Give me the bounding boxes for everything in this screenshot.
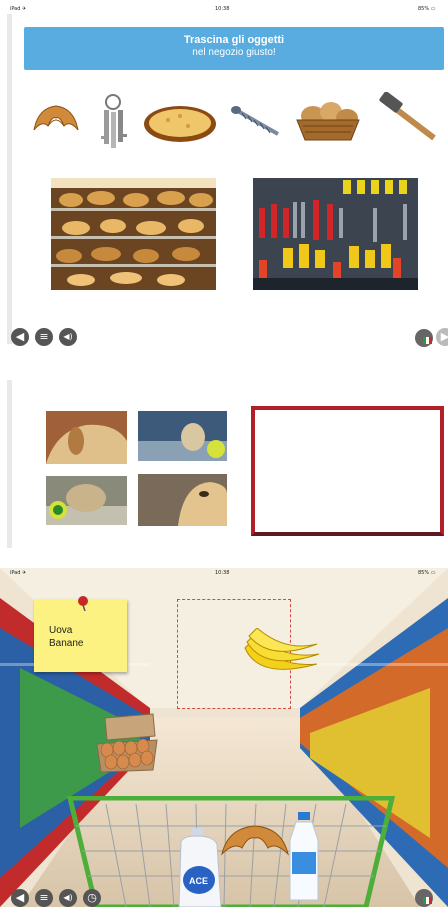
bread-basket-item[interactable] [293, 96, 363, 144]
instruction-banner: Trascina gli oggetti nel negozio giusto! [24, 27, 444, 70]
puppy-bottom-right-tile[interactable] [138, 474, 227, 526]
shops-game-screen: iPad ✈ 10:38 85% ▭ Trascina gli oggetti … [0, 0, 448, 352]
shopping-list-note: Uova Banane [34, 596, 127, 672]
scroll-bar-2[interactable] [7, 380, 12, 548]
menu-icon[interactable]: ≡ [35, 328, 53, 346]
puppy-image-1 [46, 411, 127, 464]
audio-icon[interactable]: ◀) [59, 328, 77, 346]
hammer-item[interactable] [378, 92, 438, 144]
croissant-cart-item[interactable] [218, 820, 292, 864]
puppy-image-2 [138, 474, 227, 526]
kitten-bottom-left-tile[interactable] [46, 476, 127, 525]
hardware-photo [253, 178, 418, 290]
supermarket-screen: iPad ✈ 10:38 85% ▭ Uova Banane ACE ◀ ≡ ◀… [0, 568, 448, 907]
puzzle-screen [0, 380, 448, 550]
svg-text:ACE: ACE [189, 876, 208, 886]
scroll-bar[interactable] [7, 14, 12, 344]
screw-item[interactable] [230, 102, 282, 140]
pizza-item[interactable] [142, 104, 218, 144]
status-carrier: iPad ✈ [10, 6, 27, 12]
status-time: 10:38 [215, 6, 230, 12]
puppy-top-left-tile[interactable] [46, 411, 127, 464]
back-icon[interactable]: ◀ [11, 328, 29, 346]
back-icon-3[interactable]: ◀ [11, 889, 29, 907]
eggs-carton-item[interactable] [95, 710, 159, 776]
banner-title: Trascina gli oggetti [183, 34, 285, 46]
bananas-item[interactable] [239, 628, 323, 684]
status-carrier-3: iPad ✈ [10, 570, 27, 576]
italian-flag-globe-icon-3[interactable] [414, 888, 434, 907]
timer-icon[interactable]: ◷ [83, 889, 101, 907]
list-item-bananas: Banane [49, 638, 84, 649]
banner-subtitle: nel negozio giusto! [192, 47, 276, 58]
audio-icon-3[interactable]: ◀) [59, 889, 77, 907]
italian-flag-globe-icon[interactable] [414, 328, 434, 348]
kitten-top-right-tile[interactable] [138, 411, 227, 461]
status-battery: 85% ▭ [418, 6, 436, 12]
puzzle-drop-frame[interactable] [251, 406, 444, 536]
croissant-item[interactable] [30, 100, 82, 142]
kitten-image-2 [46, 476, 127, 525]
bakery-photo [51, 178, 216, 290]
bakery-shop-target[interactable] [51, 178, 216, 290]
keys-item[interactable] [96, 92, 130, 150]
hardware-shop-target[interactable] [253, 178, 418, 290]
menu-icon-3[interactable]: ≡ [35, 889, 53, 907]
next-icon[interactable]: ▶ [436, 328, 448, 346]
kitten-image-1 [138, 411, 227, 461]
status-time-3: 10:38 [215, 570, 230, 576]
pushpin-icon [78, 596, 88, 611]
status-battery-3: 85% ▭ [418, 570, 436, 576]
milk-bottle-item[interactable] [288, 812, 320, 902]
